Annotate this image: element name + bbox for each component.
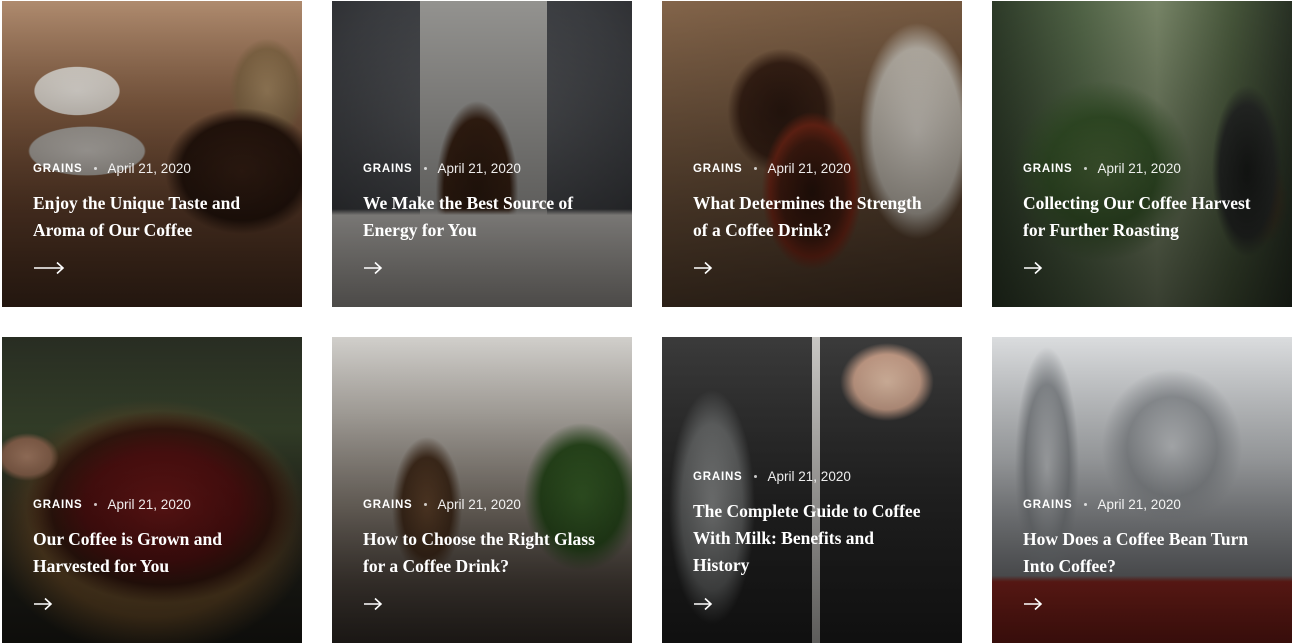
post-card-energy-source[interactable]: GRAINS April 21, 2020 We Make the Best S… — [332, 1, 632, 307]
meta-separator — [753, 167, 757, 170]
post-category[interactable]: GRAINS — [33, 499, 83, 511]
post-category[interactable]: GRAINS — [33, 163, 83, 175]
arrow-right-icon[interactable] — [693, 261, 713, 275]
blog-post-grid: GRAINS April 21, 2020 Enjoy the Unique T… — [0, 0, 1295, 644]
post-category[interactable]: GRAINS — [1023, 163, 1073, 175]
post-date[interactable]: April 21, 2020 — [768, 469, 851, 484]
post-title[interactable]: How to Choose the Right Glass for a Coff… — [363, 526, 595, 580]
post-date[interactable]: April 21, 2020 — [108, 161, 191, 176]
meta-separator — [1083, 167, 1087, 170]
post-date[interactable]: April 21, 2020 — [1098, 497, 1181, 512]
post-category[interactable]: GRAINS — [693, 163, 743, 175]
meta-separator — [423, 167, 427, 170]
post-meta: GRAINS April 21, 2020 — [693, 469, 851, 484]
post-meta: GRAINS April 21, 2020 — [33, 161, 191, 176]
post-category[interactable]: GRAINS — [693, 471, 743, 483]
arrow-right-icon[interactable] — [1023, 261, 1043, 275]
post-title[interactable]: Collecting Our Coffee Harvest for Furthe… — [1023, 190, 1255, 244]
post-card-coffee-with-milk[interactable]: GRAINS April 21, 2020 The Complete Guide… — [662, 337, 962, 643]
post-title[interactable]: Enjoy the Unique Taste and Aroma of Our … — [33, 190, 265, 244]
post-meta: GRAINS April 21, 2020 — [693, 161, 851, 176]
post-card-coffee-harvest[interactable]: GRAINS April 21, 2020 Collecting Our Cof… — [992, 1, 1292, 307]
meta-separator — [1083, 503, 1087, 506]
post-meta: GRAINS April 21, 2020 — [363, 161, 521, 176]
post-category[interactable]: GRAINS — [1023, 499, 1073, 511]
post-meta: GRAINS April 21, 2020 — [1023, 161, 1181, 176]
arrow-right-icon[interactable] — [363, 597, 383, 611]
arrow-right-icon[interactable] — [363, 261, 383, 275]
post-title[interactable]: We Make the Best Source of Energy for Yo… — [363, 190, 595, 244]
post-date[interactable]: April 21, 2020 — [438, 161, 521, 176]
post-meta: GRAINS April 21, 2020 — [363, 497, 521, 512]
post-title[interactable]: The Complete Guide to Coffee With Milk: … — [693, 498, 925, 579]
post-date[interactable]: April 21, 2020 — [108, 497, 191, 512]
post-date[interactable]: April 21, 2020 — [768, 161, 851, 176]
post-title[interactable]: Our Coffee is Grown and Harvested for Yo… — [33, 526, 265, 580]
post-category[interactable]: GRAINS — [363, 163, 413, 175]
meta-separator — [93, 167, 97, 170]
post-date[interactable]: April 21, 2020 — [1098, 161, 1181, 176]
post-meta: GRAINS April 21, 2020 — [1023, 497, 1181, 512]
post-category[interactable]: GRAINS — [363, 499, 413, 511]
arrow-right-icon[interactable] — [1023, 597, 1043, 611]
arrow-right-icon[interactable] — [693, 597, 713, 611]
post-card-coffee-strength[interactable]: GRAINS April 21, 2020 What Determines th… — [662, 1, 962, 307]
meta-separator — [423, 503, 427, 506]
post-meta: GRAINS April 21, 2020 — [33, 497, 191, 512]
meta-separator — [753, 475, 757, 478]
arrow-right-icon[interactable] — [33, 261, 65, 275]
meta-separator — [93, 503, 97, 506]
post-card-bean-to-coffee[interactable]: GRAINS April 21, 2020 How Does a Coffee … — [992, 337, 1292, 643]
post-title[interactable]: How Does a Coffee Bean Turn Into Coffee? — [1023, 526, 1255, 580]
arrow-right-icon[interactable] — [33, 597, 53, 611]
post-date[interactable]: April 21, 2020 — [438, 497, 521, 512]
post-card-coffee-grown[interactable]: GRAINS April 21, 2020 Our Coffee is Grow… — [2, 337, 302, 643]
post-card-right-glass[interactable]: GRAINS April 21, 2020 How to Choose the … — [332, 337, 632, 643]
post-card-coffee-aroma[interactable]: GRAINS April 21, 2020 Enjoy the Unique T… — [2, 1, 302, 307]
post-title[interactable]: What Determines the Strength of a Coffee… — [693, 190, 925, 244]
